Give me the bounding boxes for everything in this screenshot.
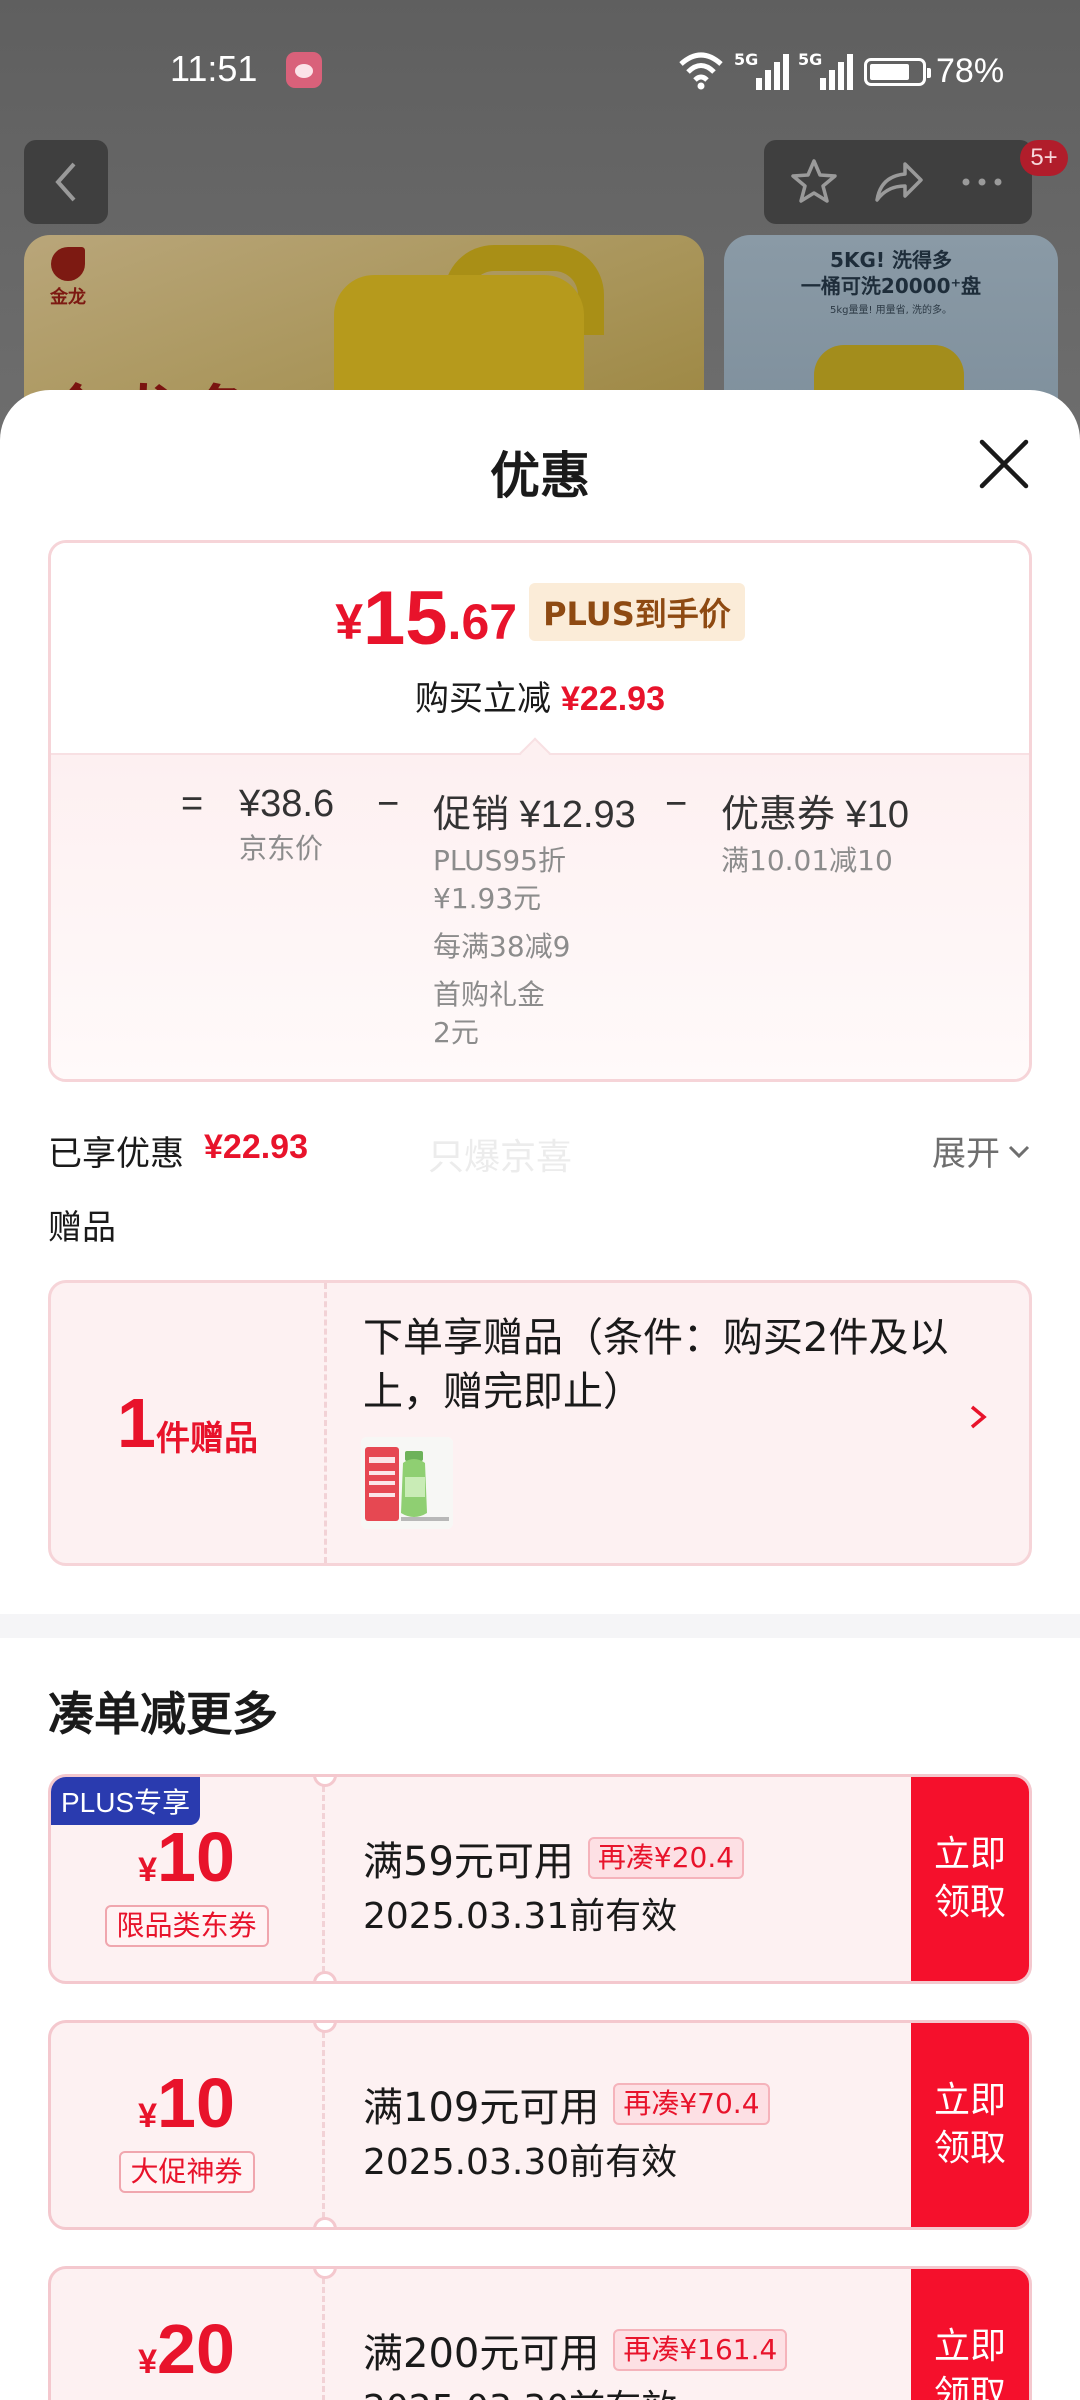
claim-coupon-button[interactable]: 立即领取 [911,2023,1029,2227]
share-icon[interactable] [871,156,925,208]
claim-coupon-button[interactable]: 立即领取 [911,1777,1029,1981]
add-more-tag: 再凑¥70.4 [613,2083,770,2125]
chevron-left-icon [55,162,76,202]
enjoyed-value: ¥22.93 [204,1128,308,1166]
breakdown-promotion: 促销 ¥12.93 PLUS95折 ¥1.93元 每满38减9 首购礼金 2元 [433,794,636,1049]
coupon-card[interactable]: PLUS专享 ¥10 限品类东券 满59元可用 再凑¥20.4 2025.03.3… [48,1774,1032,1984]
nav-toolbar [764,140,1032,224]
star-icon[interactable] [788,156,840,208]
thumb-title: 5KG! 洗得多 一桶可洗20000⁺盘 [800,248,982,298]
gift-card[interactable]: 1 件赠品 下单享赠品（条件：购买2件及以上，赠完即止） [48,1280,1032,1566]
reduce-label: 购买立减 [415,679,551,719]
gift-description: 下单享赠品（条件：购买2件及以上，赠完即止） [363,1315,949,1415]
gift-count-unit: 件赠品 [155,1418,258,1459]
coupon-type: 大促神券 [118,2151,255,2193]
status-bar: 11:51 5G 5G 78% [0,0,1080,140]
expand-button[interactable]: 展开 [932,1126,1032,1175]
coupon-amount: ¥10 [138,1818,235,1896]
instant-reduce: 购买立减 ¥22.93 [51,671,1029,720]
coupon-amount: ¥10 [138,2064,235,2142]
expand-label: 展开 [932,1134,1000,1174]
gift-count-number: 1 [117,1384,156,1462]
sheet-title: 优惠 [490,447,590,505]
price-currency: ¥ [335,594,363,650]
coupon-notch [313,1971,337,1981]
coupon-expiry: 2025.03.30前有效 [363,2379,677,2400]
enjoyed-label: 已享优惠 [48,1134,184,1174]
coupon-expiry: 2025.03.31前有效 [363,1896,678,1937]
add-more-tag: 再凑¥161.4 [613,2329,788,2371]
wifi-icon [679,52,723,90]
enjoyed-discount-row: 已享优惠 ¥22.93 只爆京喜 展开 [48,1126,1032,1178]
gift-count: 1 件赠品 [51,1283,327,1563]
plus-price-tag: PLUS到手价 [529,583,745,641]
battery-percent: 78% [936,52,1005,90]
close-icon[interactable] [972,432,1036,496]
coupon-condition: 满109元可用 再凑¥70.4 [363,2075,770,2133]
watermark-text: 只爆京喜 [428,1137,573,1178]
gift-section-title: 赠品 [48,1208,116,1248]
discount-sheet: 优惠 ¥ 15 .67 PLUS到手价 购买立减 ¥22.93 = ¥38.6 京… [0,390,1080,2400]
gift-product-image [361,1437,453,1529]
clock: 11:51 [170,48,258,89]
breakdown-minus-2: − [665,783,688,825]
price-breakdown-card: ¥ 15 .67 PLUS到手价 购买立减 ¥22.93 = ¥38.6 京东价 … [48,540,1032,1082]
coupon-amount-area: ¥10 大促神券 [51,2023,325,2227]
coupon-amount-area: PLUS专享 ¥10 限品类东券 [51,1777,325,1981]
reduce-value: ¥22.93 [561,680,665,718]
thumb-subtitle: 5kg量量! 用量省, 洗的多。 [829,305,953,316]
price-decimal: .67 [447,594,518,650]
price-integer: 15 [363,576,448,661]
coupon-amount: ¥20 [138,2310,235,2388]
final-price: ¥ 15 .67 PLUS到手价 [51,581,1029,657]
battery-icon [864,58,931,86]
more-icon[interactable] [956,156,1008,208]
breakdown-coupon: 优惠券 ¥10 满10.01减10 [721,794,909,877]
coupon-card[interactable]: ¥10 大促神券 满109元可用 再凑¥70.4 2025.03.30前有效 立即… [48,2020,1032,2230]
coupon-card[interactable]: ¥20 满200元可用再凑¥161.4 2025.03.30前有效 立即领取 [48,2266,1032,2400]
final-price-area: ¥ 15 .67 PLUS到手价 购买立减 ¥22.93 [51,543,1029,753]
coupon-type: 限品类东券 [104,1905,269,1947]
more-discount-title: 凑单减更多 [48,1687,278,1741]
breakdown-jd-price: ¥38.6 京东价 [239,783,335,865]
coupon-condition: 满59元可用 再凑¥20.4 [363,1829,745,1887]
section-divider [0,1614,1080,1638]
signal-icon-2: 5G [798,50,856,90]
breakdown-area: = ¥38.6 京东价 − 促销 ¥12.93 PLUS95折 ¥1.93元 每… [51,753,1029,1079]
add-more-tag: 再凑¥20.4 [587,1837,745,1879]
chevron-right-icon[interactable] [963,1397,993,1437]
coupon-amount-area: ¥20 [51,2269,325,2400]
message-count-badge: 5+ [1020,140,1068,176]
breakdown-equals: = [181,783,204,825]
chevron-down-icon [1008,1145,1030,1158]
coupon-expiry: 2025.03.30前有效 [363,2142,678,2183]
back-button[interactable] [24,140,108,224]
coupon-notch [313,2217,337,2227]
signal-icon-1: 5G [734,50,792,90]
breakdown-minus-1: − [377,783,400,825]
claim-coupon-button[interactable]: 立即领取 [911,2269,1029,2400]
coupon-condition: 满200元可用 再凑¥161.4 [363,2321,788,2379]
notification-app-icon [286,52,322,88]
brand-logo: 金龙 [38,243,98,313]
